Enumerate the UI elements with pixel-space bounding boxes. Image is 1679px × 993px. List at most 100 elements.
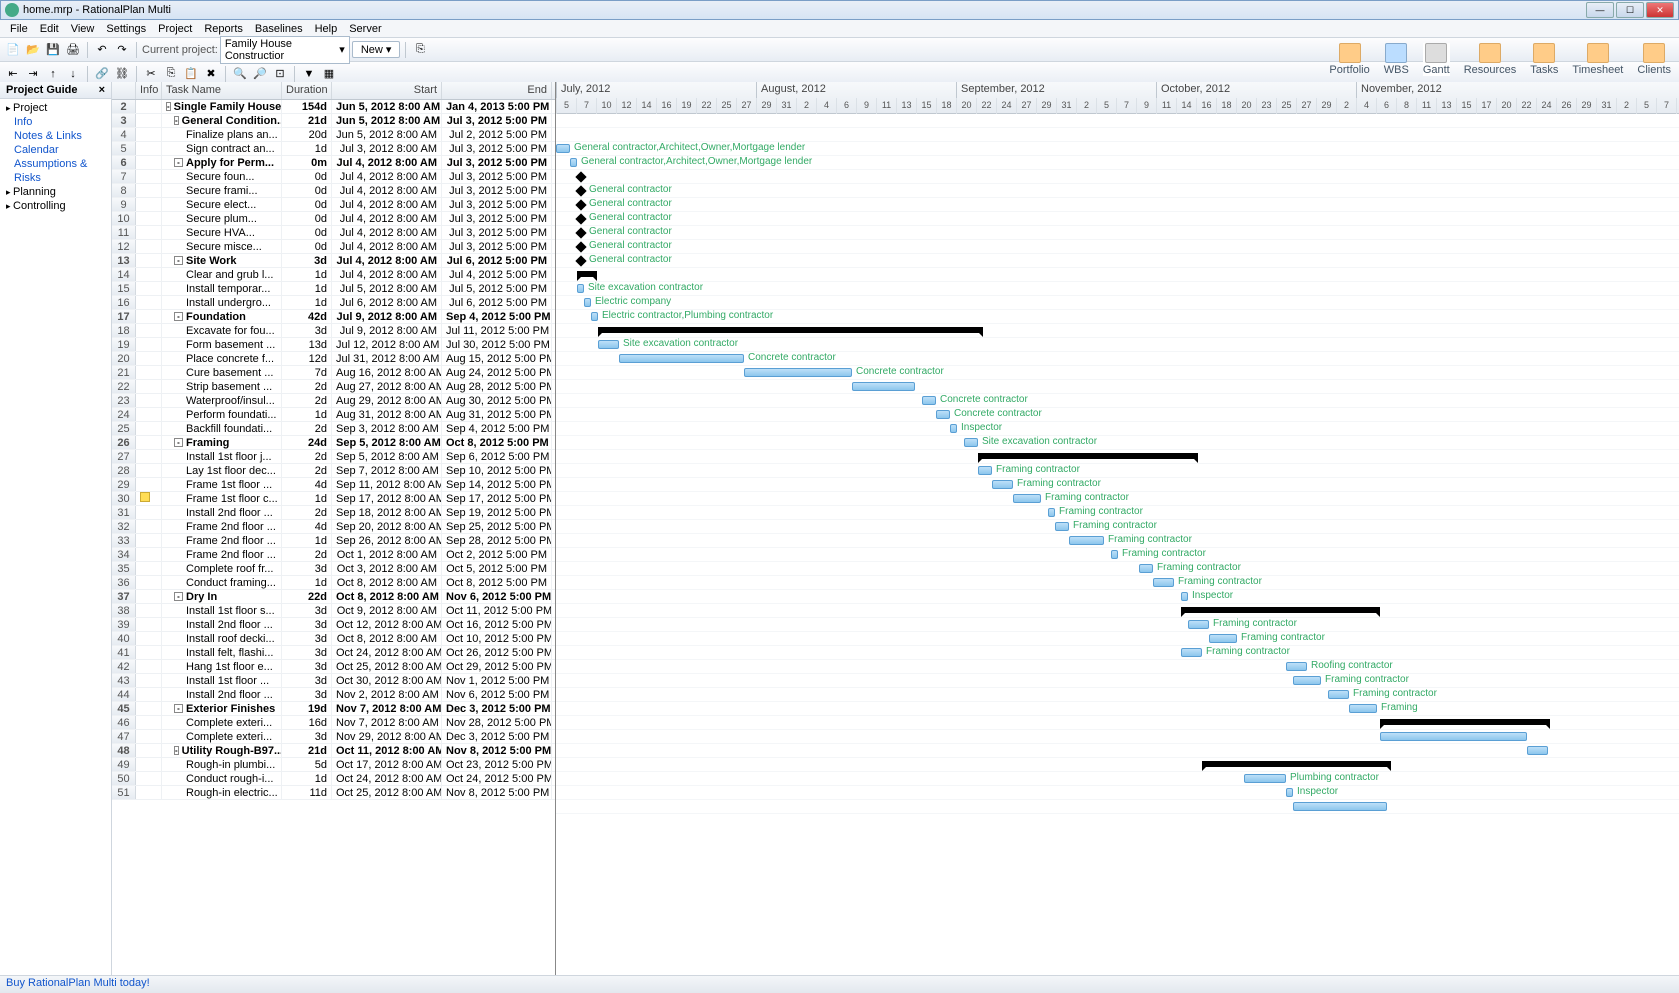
outdent-icon[interactable]: ⇤ bbox=[4, 65, 22, 83]
table-row[interactable]: 41Install felt, flashi...3dOct 24, 2012 … bbox=[112, 646, 555, 660]
table-row[interactable]: 35Complete roof fr...3dOct 3, 2012 8:00 … bbox=[112, 562, 555, 576]
tasks-button[interactable]: Tasks bbox=[1530, 43, 1558, 76]
expand-icon[interactable]: - bbox=[174, 438, 183, 447]
close-button[interactable]: ✕ bbox=[1646, 2, 1674, 18]
task-bar[interactable] bbox=[591, 312, 598, 321]
milestone[interactable] bbox=[575, 213, 586, 224]
table-row[interactable]: 23Waterproof/insul...2dAug 29, 2012 8:00… bbox=[112, 394, 555, 408]
task-bar[interactable] bbox=[577, 284, 584, 293]
gantt-chart[interactable]: July, 2012August, 2012September, 2012Oct… bbox=[556, 82, 1679, 975]
export-icon[interactable]: ⎘ bbox=[411, 41, 429, 59]
guide-calendar[interactable]: Calendar bbox=[0, 143, 111, 157]
expand-icon[interactable]: - bbox=[166, 102, 171, 111]
table-row[interactable]: 15Install temporar...1dJul 5, 2012 8:00 … bbox=[112, 282, 555, 296]
minimize-button[interactable]: — bbox=[1586, 2, 1614, 18]
wbs-button[interactable]: WBS bbox=[1384, 43, 1409, 76]
resources-button[interactable]: Resources bbox=[1464, 43, 1517, 76]
zoomout-icon[interactable]: 🔎 bbox=[251, 65, 269, 83]
new-button[interactable]: New ▾ bbox=[352, 41, 401, 58]
table-row[interactable]: 17-Foundation42dJul 9, 2012 8:00 AMSep 4… bbox=[112, 310, 555, 324]
project-select[interactable]: Family House Constructior▾ bbox=[220, 36, 350, 64]
cut-icon[interactable]: ✂ bbox=[142, 65, 160, 83]
menu-view[interactable]: View bbox=[65, 22, 101, 36]
table-row[interactable]: 20Place concrete f...12dJul 31, 2012 8:0… bbox=[112, 352, 555, 366]
table-row[interactable]: 44Install 2nd floor ...3dNov 2, 2012 8:0… bbox=[112, 688, 555, 702]
task-bar[interactable] bbox=[1153, 578, 1174, 587]
summary-bar[interactable] bbox=[1202, 761, 1391, 767]
table-row[interactable]: 21Cure basement ...7dAug 16, 2012 8:00 A… bbox=[112, 366, 555, 380]
table-row[interactable]: 45-Exterior Finishes19dNov 7, 2012 8:00 … bbox=[112, 702, 555, 716]
indent-icon[interactable]: ⇥ bbox=[24, 65, 42, 83]
task-bar[interactable] bbox=[950, 424, 957, 433]
table-row[interactable]: 34Frame 2nd floor ...2dOct 1, 2012 8:00 … bbox=[112, 548, 555, 562]
guide-project[interactable]: Project bbox=[0, 101, 111, 115]
redo-icon[interactable]: ↷ bbox=[113, 41, 131, 59]
col-start[interactable]: Start bbox=[332, 82, 442, 99]
expand-icon[interactable]: - bbox=[174, 312, 183, 321]
task-bar[interactable] bbox=[1380, 732, 1527, 741]
task-bar[interactable] bbox=[744, 368, 852, 377]
task-bar[interactable] bbox=[978, 466, 992, 475]
guide-planning[interactable]: Planning bbox=[0, 185, 111, 199]
table-row[interactable]: 43Install 1st floor ...3dOct 30, 2012 8:… bbox=[112, 674, 555, 688]
guide-assumptions-[interactable]: Assumptions & bbox=[0, 157, 111, 171]
portfolio-button[interactable]: Portfolio bbox=[1329, 43, 1369, 76]
table-row[interactable]: 42Hang 1st floor e...3dOct 25, 2012 8:00… bbox=[112, 660, 555, 674]
table-row[interactable]: 33Frame 2nd floor ...1dSep 26, 2012 8:00… bbox=[112, 534, 555, 548]
milestone[interactable] bbox=[575, 255, 586, 266]
table-row[interactable]: 26-Framing24dSep 5, 2012 8:00 AMOct 8, 2… bbox=[112, 436, 555, 450]
summary-bar[interactable] bbox=[577, 271, 597, 277]
milestone[interactable] bbox=[575, 185, 586, 196]
table-row[interactable]: 3-General Condition...21dJun 5, 2012 8:0… bbox=[112, 114, 555, 128]
zoomin-icon[interactable]: 🔍 bbox=[231, 65, 249, 83]
expand-icon[interactable]: - bbox=[174, 158, 183, 167]
task-bar[interactable] bbox=[964, 438, 978, 447]
task-bar[interactable] bbox=[1055, 522, 1069, 531]
summary-bar[interactable] bbox=[598, 327, 983, 333]
task-bar[interactable] bbox=[1181, 592, 1188, 601]
task-bar[interactable] bbox=[852, 382, 915, 391]
new-icon[interactable]: 📄 bbox=[4, 41, 22, 59]
table-row[interactable]: 22Strip basement ...2dAug 27, 2012 8:00 … bbox=[112, 380, 555, 394]
paste-icon[interactable]: 📋 bbox=[182, 65, 200, 83]
task-bar[interactable] bbox=[598, 340, 619, 349]
summary-bar[interactable] bbox=[1181, 607, 1380, 613]
task-bar[interactable] bbox=[1349, 704, 1377, 713]
menu-file[interactable]: File bbox=[4, 22, 34, 36]
task-bar[interactable] bbox=[1527, 746, 1548, 755]
table-row[interactable]: 25Backfill foundati...2dSep 3, 2012 8:00… bbox=[112, 422, 555, 436]
guide-risks[interactable]: Risks bbox=[0, 171, 111, 185]
link-icon[interactable]: 🔗 bbox=[93, 65, 111, 83]
table-row[interactable]: 19Form basement ...13dJul 12, 2012 8:00 … bbox=[112, 338, 555, 352]
table-row[interactable]: 9Secure elect...0dJul 4, 2012 8:00 AMJul… bbox=[112, 198, 555, 212]
task-bar[interactable] bbox=[1111, 550, 1118, 559]
menu-help[interactable]: Help bbox=[309, 22, 344, 36]
menu-reports[interactable]: Reports bbox=[198, 22, 249, 36]
print-icon[interactable]: 🖨 bbox=[64, 41, 82, 59]
table-row[interactable]: 6-Apply for Perm...0mJul 4, 2012 8:00 AM… bbox=[112, 156, 555, 170]
table-row[interactable]: 51Rough-in electric...11dOct 25, 2012 8:… bbox=[112, 786, 555, 800]
table-row[interactable]: 13-Site Work3dJul 4, 2012 8:00 AMJul 6, … bbox=[112, 254, 555, 268]
table-row[interactable]: 5Sign contract an...1dJul 3, 2012 8:00 A… bbox=[112, 142, 555, 156]
menu-edit[interactable]: Edit bbox=[34, 22, 65, 36]
task-bar[interactable] bbox=[1139, 564, 1153, 573]
task-bar[interactable] bbox=[922, 396, 936, 405]
filter-icon[interactable]: ▼ bbox=[300, 65, 318, 83]
table-row[interactable]: 24Perform foundati...1dAug 31, 2012 8:00… bbox=[112, 408, 555, 422]
movedown-icon[interactable]: ↓ bbox=[64, 65, 82, 83]
columns-icon[interactable]: ▦ bbox=[320, 65, 338, 83]
task-bar[interactable] bbox=[1286, 662, 1307, 671]
table-row[interactable]: 28Lay 1st floor dec...2dSep 7, 2012 8:00… bbox=[112, 464, 555, 478]
table-row[interactable]: 32Frame 2nd floor ...4dSep 20, 2012 8:00… bbox=[112, 520, 555, 534]
task-bar[interactable] bbox=[1244, 774, 1286, 783]
table-row[interactable]: 29Frame 1st floor ...4dSep 11, 2012 8:00… bbox=[112, 478, 555, 492]
guide-info[interactable]: Info bbox=[0, 115, 111, 129]
table-row[interactable]: 7Secure foun...0dJul 4, 2012 8:00 AMJul … bbox=[112, 170, 555, 184]
maximize-button[interactable]: ☐ bbox=[1616, 2, 1644, 18]
timesheet-button[interactable]: Timesheet bbox=[1572, 43, 1623, 76]
task-bar[interactable] bbox=[1181, 648, 1202, 657]
task-bar[interactable] bbox=[1069, 536, 1104, 545]
summary-bar[interactable] bbox=[978, 453, 1198, 459]
task-bar[interactable] bbox=[1293, 802, 1387, 811]
col-end[interactable]: End bbox=[442, 82, 552, 99]
